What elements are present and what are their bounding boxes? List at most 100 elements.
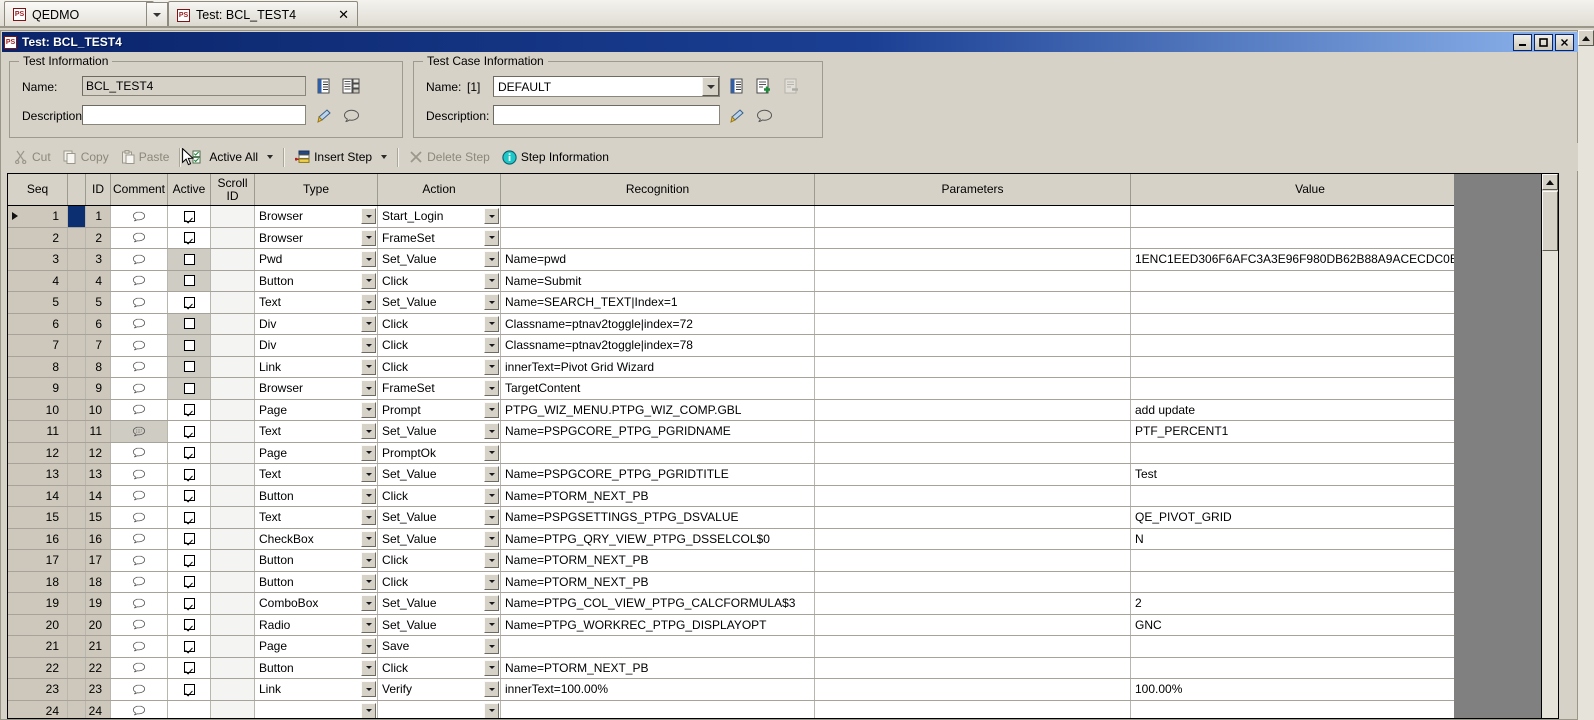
cell-action-dropdown[interactable]: Click [378, 270, 501, 291]
cell-recognition[interactable] [501, 206, 815, 227]
cell-scroll-id[interactable] [211, 679, 255, 700]
chevron-down-icon[interactable] [702, 77, 719, 96]
cell-recognition[interactable]: Name=PTORM_NEXT_PB [501, 550, 815, 571]
active-checkbox[interactable] [168, 679, 211, 700]
cell-recognition[interactable] [501, 636, 815, 657]
cell-value[interactable] [1131, 335, 1490, 356]
cell-seq[interactable]: 6 [8, 313, 68, 334]
cell-type-dropdown[interactable]: Div [255, 335, 378, 356]
active-checkbox[interactable] [168, 636, 211, 657]
cell-scroll-id[interactable] [211, 206, 255, 227]
cut-button[interactable]: Cut [8, 146, 57, 168]
cell-seq[interactable]: 9 [8, 378, 68, 399]
active-checkbox[interactable] [168, 313, 211, 334]
cell-type-dropdown[interactable] [255, 700, 378, 718]
cell-type-dropdown[interactable]: Text [255, 292, 378, 313]
table-row[interactable]: 22 22 Button Click Name=PTORM_NEXT_PB [8, 657, 1558, 679]
cell-action-dropdown[interactable]: Set_Value [378, 249, 501, 270]
cell-selector[interactable] [68, 657, 86, 678]
cell-action-dropdown[interactable]: Click [378, 550, 501, 571]
active-checkbox[interactable] [168, 292, 211, 313]
cell-type-dropdown[interactable]: Text [255, 507, 378, 528]
add-case-icon[interactable] [755, 77, 773, 94]
speech-bubble-icon[interactable] [111, 507, 168, 528]
cell-selector[interactable] [68, 421, 86, 442]
cell-id[interactable]: 7 [86, 335, 111, 356]
cell-id[interactable]: 18 [86, 571, 111, 592]
table-row[interactable]: 13 13 Text Set_Value Name=PSPGCORE_PTPG_PGRI… [8, 464, 1558, 486]
cell-selector[interactable] [68, 270, 86, 291]
chevron-down-icon[interactable] [484, 702, 499, 718]
cell-id[interactable]: 22 [86, 657, 111, 678]
table-row[interactable]: 11 11 Text Set_Value Name=PSPGCORE_PTPG_PGRI… [8, 421, 1558, 443]
cell-selector[interactable] [68, 464, 86, 485]
cell-parameters[interactable] [815, 313, 1131, 334]
grid-header-scroll[interactable]: Scroll ID [211, 174, 255, 205]
grid-header-sel[interactable] [68, 174, 86, 205]
cell-id[interactable]: 11 [86, 421, 111, 442]
chevron-down-icon[interactable] [484, 229, 499, 246]
chevron-down-icon[interactable] [484, 573, 499, 590]
chevron-down-icon[interactable] [484, 337, 499, 353]
cell-parameters[interactable] [815, 550, 1131, 571]
cell-scroll-id[interactable] [211, 378, 255, 399]
chevron-down-icon[interactable] [484, 423, 499, 439]
cell-selector[interactable] [68, 206, 86, 227]
cell-id[interactable]: 2 [86, 227, 111, 248]
cell-scroll-id[interactable] [211, 227, 255, 248]
chevron-down-icon[interactable] [361, 659, 376, 676]
description-comment-icon[interactable] [342, 107, 360, 124]
cell-id[interactable]: 19 [86, 593, 111, 614]
cell-parameters[interactable] [815, 270, 1131, 291]
cell-selector[interactable] [68, 485, 86, 506]
active-checkbox[interactable] [168, 485, 211, 506]
cell-value[interactable]: 100.00% [1131, 679, 1490, 700]
cell-action-dropdown[interactable]: Start_Login [378, 206, 501, 227]
cell-value[interactable]: 2 [1131, 593, 1490, 614]
cell-parameters[interactable] [815, 485, 1131, 506]
cell-type-dropdown[interactable]: Button [255, 657, 378, 678]
cell-recognition[interactable] [501, 442, 815, 463]
cell-id[interactable]: 17 [86, 550, 111, 571]
cell-value[interactable]: QE_PIVOT_GRID [1131, 507, 1490, 528]
active-checkbox[interactable] [168, 550, 211, 571]
active-checkbox[interactable] [168, 421, 211, 442]
cell-parameters[interactable] [815, 636, 1131, 657]
cell-parameters[interactable] [815, 507, 1131, 528]
step-information-button[interactable]: Step Information [496, 146, 615, 168]
cell-seq[interactable]: 2 [8, 227, 68, 248]
chevron-down-icon[interactable] [361, 251, 376, 267]
cell-value[interactable] [1131, 356, 1490, 377]
speech-bubble-icon[interactable] [111, 636, 168, 657]
speech-bubble-icon[interactable] [111, 464, 168, 485]
cell-id[interactable]: 10 [86, 399, 111, 420]
clear-description-icon[interactable] [727, 107, 745, 124]
chevron-down-icon[interactable] [484, 294, 499, 310]
cell-scroll-id[interactable] [211, 421, 255, 442]
grid-header-value[interactable]: Value [1131, 174, 1490, 205]
cell-recognition[interactable] [501, 700, 815, 718]
cell-value[interactable] [1131, 270, 1490, 291]
cell-action-dropdown[interactable]: FrameSet [378, 378, 501, 399]
chevron-down-icon[interactable] [484, 380, 499, 396]
cell-action-dropdown[interactable]: Set_Value [378, 507, 501, 528]
active-checkbox[interactable] [168, 356, 211, 377]
cell-value[interactable]: N [1131, 528, 1490, 549]
chevron-down-icon[interactable] [484, 466, 499, 482]
tab-dropdown-button[interactable] [146, 2, 168, 28]
active-all-button[interactable]: Active All [185, 146, 279, 168]
cell-scroll-id[interactable] [211, 292, 255, 313]
cell-seq[interactable]: 3 [8, 249, 68, 270]
cell-selector[interactable] [68, 335, 86, 356]
cell-selector[interactable] [68, 227, 86, 248]
active-checkbox[interactable] [168, 270, 211, 291]
active-checkbox[interactable] [168, 700, 211, 718]
cell-type-dropdown[interactable]: Button [255, 571, 378, 592]
chevron-down-icon[interactable] [361, 380, 376, 396]
cell-scroll-id[interactable] [211, 614, 255, 635]
cell-value[interactable] [1131, 657, 1490, 678]
grid-header-active[interactable]: Active [168, 174, 211, 205]
cell-selector[interactable] [68, 550, 86, 571]
cell-seq[interactable]: 17 [8, 550, 68, 571]
test-maintenance-icon[interactable] [342, 77, 360, 94]
